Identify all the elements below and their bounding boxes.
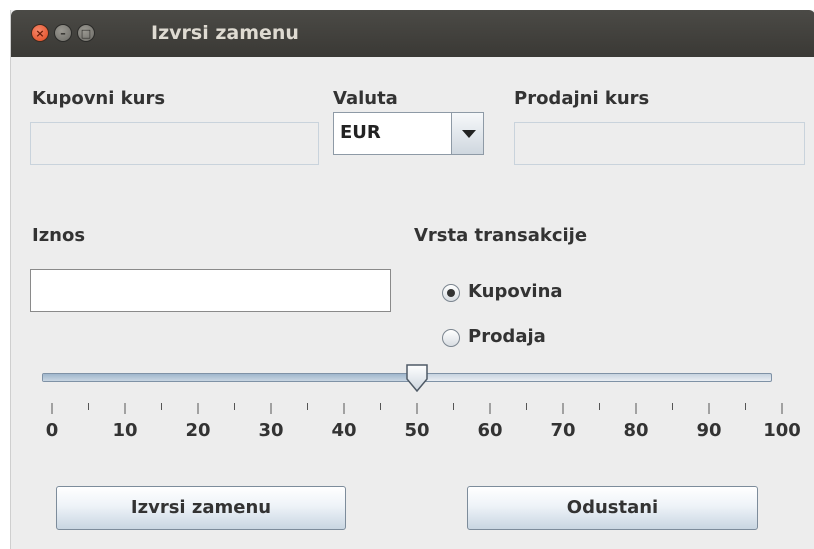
minimize-icon[interactable]: – [54,24,72,42]
chevron-down-icon[interactable] [451,113,483,154]
radio-button-icon[interactable] [442,329,460,347]
radio-kupovina-label[interactable]: Kupovina [468,281,563,302]
radio-selected-dot-icon [447,289,455,297]
sell-rate-label: Prodajni kurs [514,88,650,109]
currency-combobox[interactable]: EUR [333,112,484,155]
radio-button-icon[interactable] [442,284,460,302]
window-title: Izvrsi zamenu [151,22,299,44]
maximize-icon[interactable]: □ [77,24,95,42]
slider-tick-label: 90 [696,420,722,441]
slider-tick-label: 20 [185,420,211,441]
transaction-type-label: Vrsta transakcije [414,225,588,246]
radio-prodaja-label[interactable]: Prodaja [468,326,546,347]
cancel-button[interactable]: Odustani [467,486,758,530]
title-bar[interactable]: × – □ Izvrsi zamenu [11,10,814,57]
slider-tick-label: 100 [763,420,801,441]
slider-tick-label: 50 [404,420,430,441]
close-icon[interactable]: × [31,24,49,42]
slider-fill [43,374,418,381]
slider-tick-label: 80 [623,420,649,441]
amount-input[interactable] [30,269,391,312]
execute-exchange-button[interactable]: Izvrsi zamenu [56,486,346,530]
slider-thumb[interactable] [405,364,429,392]
slider-tick-label: 30 [258,420,284,441]
slider-tick-label: 10 [112,420,138,441]
slider-tick-label: 70 [550,420,576,441]
sell-rate-field [514,122,805,165]
amount-label: Iznos [32,225,86,246]
slider-tick-label: 40 [331,420,357,441]
currency-label: Valuta [333,88,398,109]
buy-rate-field [30,122,319,165]
slider-tick-label: 60 [477,420,503,441]
currency-selected-value: EUR [340,122,381,143]
slider-tick-label: 0 [45,420,59,441]
buy-rate-label: Kupovni kurs [32,88,166,109]
